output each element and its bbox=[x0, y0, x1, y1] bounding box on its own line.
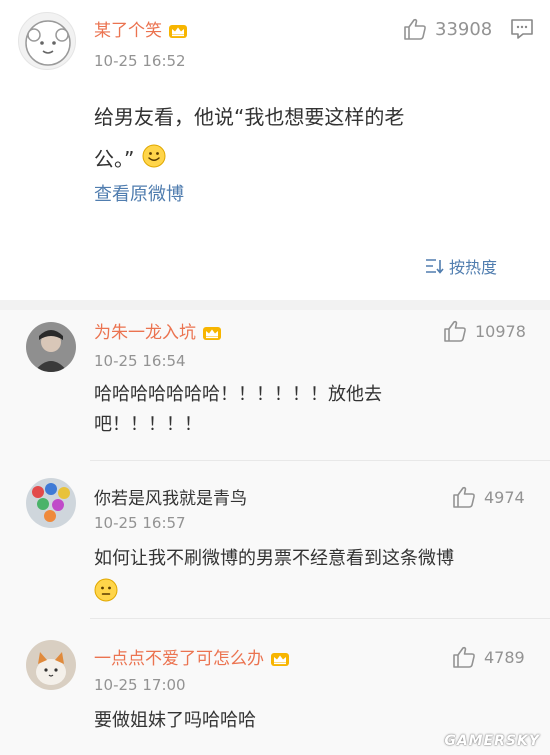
section-divider bbox=[0, 300, 550, 310]
comment-username-text[interactable]: 一点点不爱了可怎么办 bbox=[94, 649, 264, 669]
comment-button[interactable] bbox=[510, 18, 534, 44]
main-post-text: 给男友看，他说“我也想要这样的老 公。” bbox=[94, 96, 424, 182]
divider bbox=[90, 460, 550, 461]
comment-text-line1: 如何让我不刷微博的男票不经意看到这条微博 bbox=[94, 548, 454, 569]
avatar[interactable] bbox=[26, 640, 76, 690]
view-original-link[interactable]: 查看原微博 bbox=[94, 180, 184, 206]
comment-username-text[interactable]: 为朱一龙入坑 bbox=[94, 323, 196, 343]
main-post: 某了个笑 10-25 16:52 33908 给男友看，他说“我也想要这样的老 … bbox=[0, 0, 550, 300]
comment-text-line1: 哈哈哈哈哈哈哈！！！！！！放他去 bbox=[94, 384, 382, 405]
comment-timestamp: 10-25 17:00 bbox=[94, 676, 186, 694]
like-count: 10978 bbox=[475, 321, 526, 341]
like-button[interactable]: 4974 bbox=[452, 486, 525, 508]
thinking-emoji-icon bbox=[94, 578, 118, 602]
smile-emoji-icon bbox=[142, 140, 166, 182]
thumbs-up-icon bbox=[453, 486, 475, 508]
comment-username[interactable]: 你若是风我就是青鸟 bbox=[94, 484, 247, 509]
comment-username[interactable]: 一点点不爱了可怎么办 bbox=[94, 644, 290, 669]
comment-icon bbox=[511, 19, 533, 39]
crown-icon bbox=[270, 651, 290, 667]
avatar[interactable] bbox=[26, 322, 76, 372]
avatar-photo-icon bbox=[26, 322, 76, 372]
crown-icon bbox=[168, 23, 188, 39]
watermark: GAMERSKY bbox=[444, 733, 540, 749]
sort-label: 按热度 bbox=[449, 258, 498, 277]
comment-timestamp: 10-25 16:54 bbox=[94, 352, 186, 370]
comment-text-line2: 吧！！！！！ bbox=[94, 414, 202, 435]
like-button[interactable]: 10978 bbox=[443, 320, 526, 342]
main-timestamp: 10-25 16:52 bbox=[94, 52, 186, 70]
sort-button[interactable]: 按热度 bbox=[425, 254, 497, 278]
crown-icon bbox=[202, 325, 222, 341]
avatar[interactable] bbox=[18, 12, 76, 70]
thumbs-up-icon bbox=[453, 646, 475, 668]
comment-username[interactable]: 为朱一龙入坑 bbox=[94, 318, 222, 343]
comment-text-line1: 要做姐妹了吗哈哈哈 bbox=[94, 710, 256, 731]
like-button[interactable]: 4789 bbox=[452, 646, 525, 668]
avatar-doodle-icon bbox=[25, 20, 71, 66]
comment-list: 为朱一龙入坑 10-25 16:54 10978 哈哈哈哈哈哈哈！！！！！！放他… bbox=[0, 310, 550, 755]
main-post-text-line1: 给男友看，他说“我也想要这样的老 bbox=[94, 105, 405, 129]
like-count: 4974 bbox=[484, 487, 525, 507]
avatar-cat-icon bbox=[26, 640, 76, 690]
thumbs-up-icon bbox=[444, 320, 466, 342]
comment-timestamp: 10-25 16:57 bbox=[94, 514, 186, 532]
comment-text: 如何让我不刷微博的男票不经意看到这条微博 bbox=[94, 544, 454, 604]
comment-text: 要做姐妹了吗哈哈哈 bbox=[94, 706, 256, 736]
main-username[interactable]: 某了个笑 bbox=[94, 16, 188, 41]
main-post-text-line2: 公。” bbox=[94, 147, 135, 171]
avatar[interactable] bbox=[26, 478, 76, 528]
comment-text: 哈哈哈哈哈哈哈！！！！！！放他去 吧！！！！！ bbox=[94, 380, 382, 440]
comment-emoji-line bbox=[94, 574, 454, 604]
avatar-balloons-icon bbox=[26, 478, 76, 528]
like-count: 4789 bbox=[484, 647, 525, 667]
thumbs-up-icon bbox=[404, 18, 426, 40]
divider bbox=[90, 618, 550, 619]
like-count: 33908 bbox=[435, 18, 493, 40]
sort-icon bbox=[426, 259, 444, 274]
main-username-text[interactable]: 某了个笑 bbox=[94, 21, 162, 41]
like-button[interactable]: 33908 bbox=[403, 18, 492, 40]
